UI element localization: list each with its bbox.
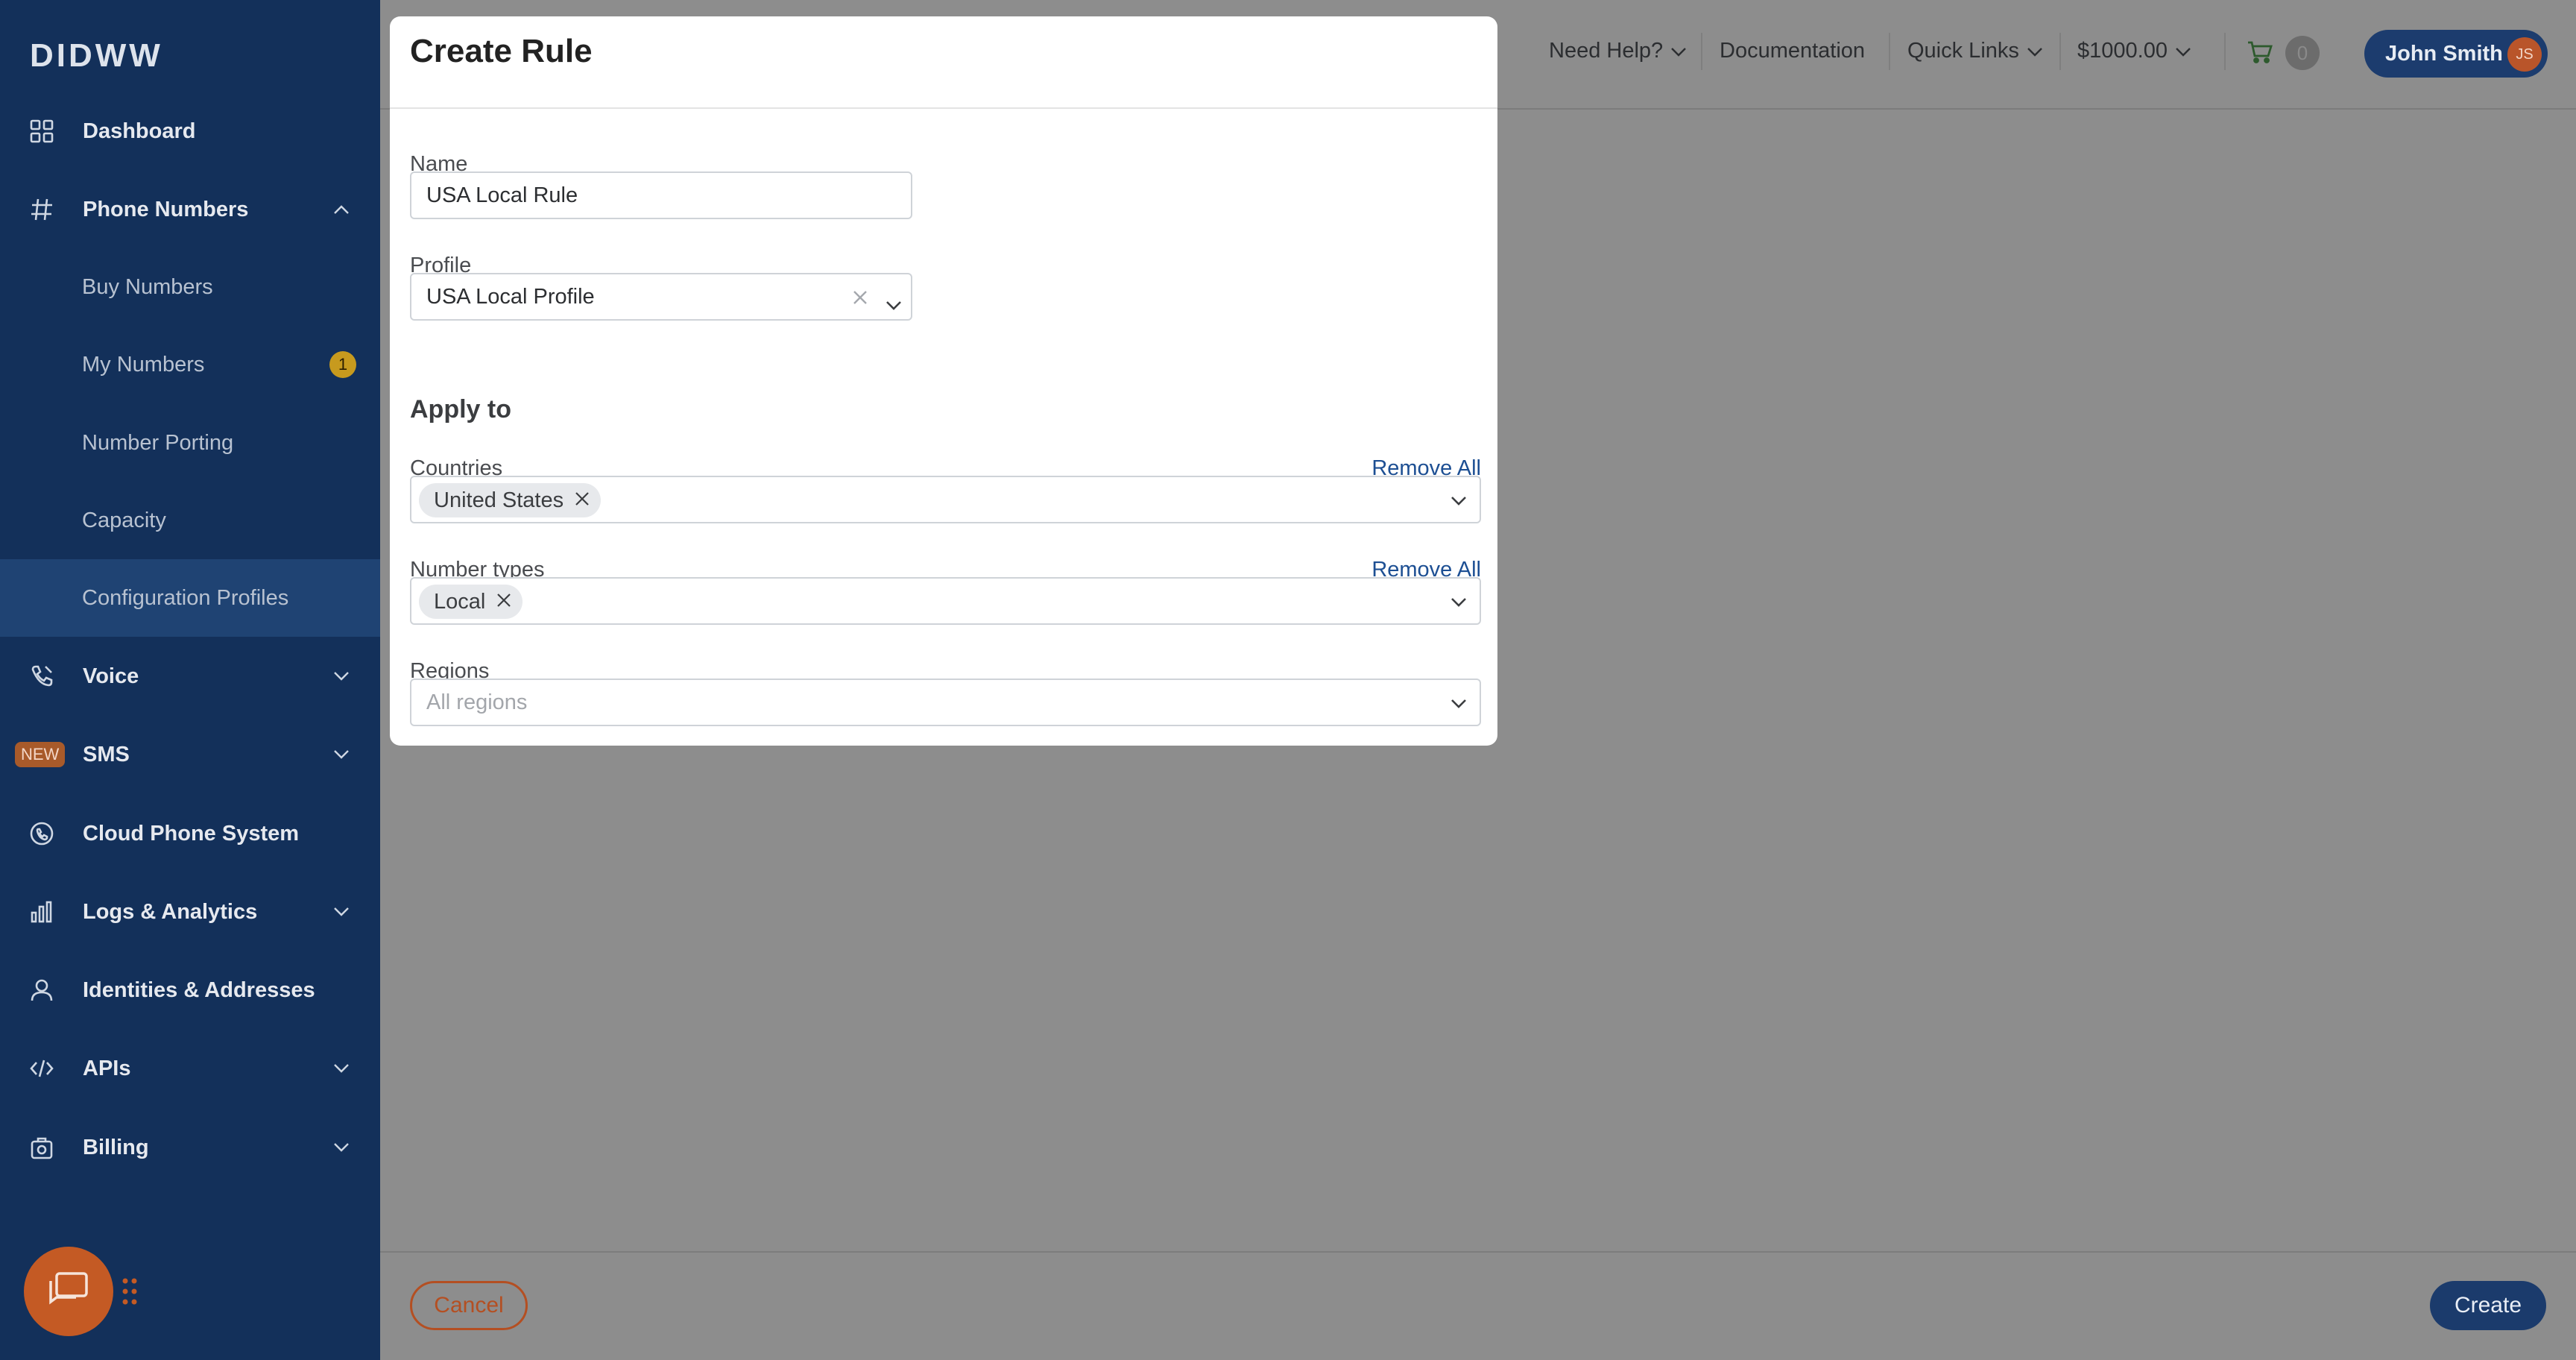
sidebar-item-label: Identities & Addresses (83, 978, 315, 1002)
chevron-down-icon[interactable] (886, 292, 902, 317)
footer-divider-line (380, 1251, 2576, 1253)
documentation-link[interactable]: Documentation (1720, 39, 1865, 63)
sidebar-subitem-label: Number Porting (82, 430, 234, 455)
close-icon[interactable] (496, 590, 512, 614)
avatar: JS (2507, 37, 2542, 72)
chevron-down-icon[interactable] (1450, 594, 1468, 611)
user-name: John Smith (2385, 41, 2503, 66)
dashboard-icon (28, 118, 55, 145)
sidebar-item-label: Voice (83, 664, 139, 688)
documentation-label: Documentation (1720, 39, 1866, 63)
sidebar-item-label: Cloud Phone System (83, 821, 300, 846)
sidebar-subitem-capacity[interactable]: Capacity (0, 482, 380, 559)
topbar-divider (2224, 33, 2226, 70)
sidebar-subitem-buy-numbers[interactable]: Buy Numbers (0, 248, 380, 326)
topbar-divider (2059, 33, 2061, 70)
tag-label: United States (434, 488, 564, 512)
regions-placeholder: All regions (426, 690, 528, 714)
hash-icon (28, 196, 55, 223)
sidebar-item-label: Billing (83, 1135, 149, 1159)
sidebar-subitem-number-porting[interactable]: Number Porting (0, 404, 380, 482)
drag-handle-icon[interactable] (121, 1276, 139, 1306)
topbar-divider (1889, 33, 1890, 70)
create-button[interactable]: Create (2430, 1281, 2546, 1330)
user-icon (28, 977, 55, 1004)
new-badge: NEW (15, 742, 66, 767)
sidebar-item-billing[interactable]: Billing (0, 1109, 380, 1186)
count-badge: 1 (329, 351, 356, 378)
modal-divider (390, 107, 1497, 109)
sidebar-item-apis[interactable]: APIs (0, 1030, 380, 1107)
sidebar-item-label: Logs & Analytics (83, 899, 258, 924)
modal-title: Create Rule (410, 33, 593, 69)
profile-select[interactable]: USA Local Profile (410, 273, 912, 321)
country-tag: United States (419, 483, 602, 517)
sidebar-item-logs-analytics[interactable]: Logs & Analytics (0, 873, 380, 951)
sidebar-item-label: APIs (83, 1056, 131, 1080)
voice-icon (28, 663, 55, 690)
quick-links-label: Quick Links (1907, 39, 2019, 63)
code-icon (28, 1055, 55, 1082)
sidebar-item-label: Dashboard (83, 119, 196, 143)
sidebar-subitem-label: Buy Numbers (82, 274, 213, 299)
name-value: USA Local Rule (426, 183, 578, 207)
bar-chart-icon (28, 898, 55, 925)
chat-widget-button[interactable] (24, 1247, 113, 1336)
regions-select[interactable]: All regions (410, 679, 1481, 726)
sidebar-item-label: SMS (83, 742, 130, 766)
countries-multiselect[interactable]: United States (410, 476, 1481, 523)
clear-icon[interactable] (851, 288, 869, 312)
sidebar-subitem-label: Capacity (82, 508, 166, 532)
number-type-tag: Local (419, 585, 523, 619)
phone-circle-icon (28, 820, 55, 847)
create-rule-modal: Create Rule Name USA Local Rule Profile … (390, 16, 1497, 746)
apply-to-heading: Apply to (410, 395, 511, 424)
sidebar-item-phone-numbers[interactable]: Phone Numbers (0, 171, 380, 248)
chevron-down-icon (1670, 39, 1687, 63)
need-help-menu[interactable]: Need Help? (1549, 39, 1687, 63)
name-input[interactable]: USA Local Rule (410, 171, 912, 219)
chevron-down-icon (2175, 39, 2191, 63)
topbar-divider (1701, 33, 1702, 70)
balance-menu[interactable]: $1000.00 (2077, 39, 2191, 63)
balance-label: $1000.00 (2077, 39, 2168, 63)
sidebar-item-identities-addresses[interactable]: Identities & Addresses (0, 951, 380, 1029)
chevron-down-icon[interactable] (1450, 492, 1468, 510)
quick-links-menu[interactable]: Quick Links (1907, 39, 2043, 63)
profile-value: USA Local Profile (426, 284, 595, 309)
need-help-label: Need Help? (1549, 39, 1664, 63)
chevron-down-icon[interactable] (1450, 695, 1468, 713)
chevron-down-icon (332, 1060, 350, 1077)
cart-icon[interactable] (2247, 40, 2273, 68)
chevron-up-icon (332, 201, 350, 218)
user-menu-button[interactable]: John Smith JS (2364, 30, 2548, 78)
billing-bag-icon (28, 1134, 55, 1161)
cancel-button[interactable]: Cancel (410, 1281, 528, 1330)
tag-label: Local (434, 589, 486, 614)
chevron-down-icon (332, 1139, 350, 1156)
logo[interactable]: DIDWW (30, 37, 163, 75)
sidebar-subitem-label: Configuration Profiles (82, 585, 289, 610)
sidebar-subitem-configuration-profiles[interactable]: Configuration Profiles (0, 559, 380, 637)
sidebar-item-dashboard[interactable]: Dashboard (0, 92, 380, 170)
cart-count-badge: 0 (2285, 36, 2320, 70)
sidebar: DIDWW Dashboard Phone Numbers Buy Number… (0, 0, 380, 1360)
chevron-down-icon (2027, 39, 2043, 63)
chevron-down-icon (332, 903, 350, 921)
chevron-down-icon (332, 667, 350, 685)
sidebar-subitem-my-numbers[interactable]: My Numbers 1 (0, 326, 380, 403)
sidebar-item-sms[interactable]: NEW SMS (0, 716, 380, 793)
chevron-down-icon (332, 746, 350, 764)
sidebar-item-cloud-phone-system[interactable]: Cloud Phone System (0, 795, 380, 872)
sidebar-item-label: Phone Numbers (83, 197, 249, 221)
number-types-multiselect[interactable]: Local (410, 577, 1481, 625)
sidebar-subitem-label: My Numbers (82, 352, 205, 377)
sidebar-item-voice[interactable]: Voice (0, 638, 380, 715)
chat-icon (46, 1269, 91, 1315)
close-icon[interactable] (574, 488, 590, 513)
